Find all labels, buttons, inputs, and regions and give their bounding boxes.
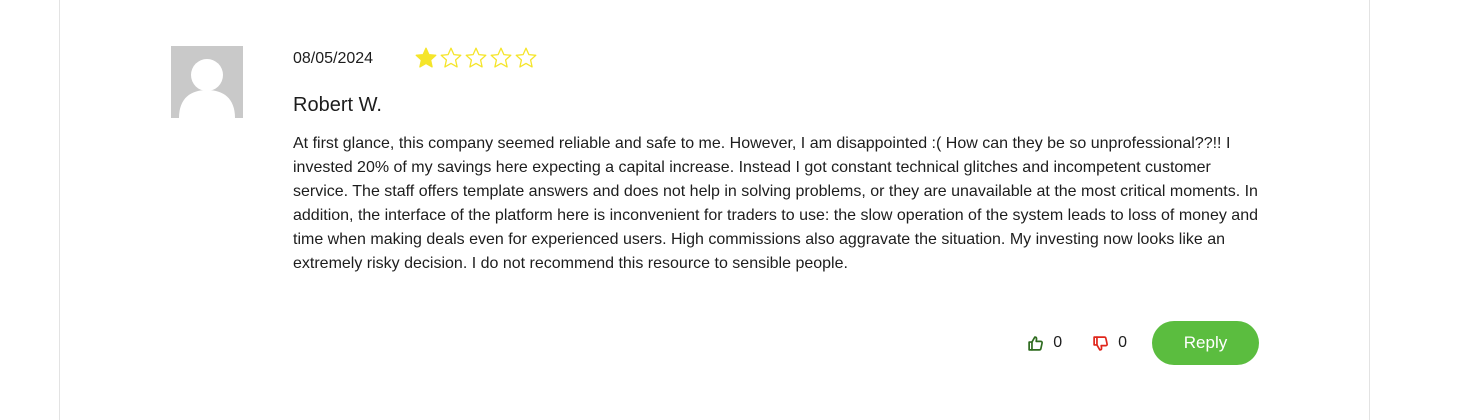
review-text: At first glance, this company seemed rel… xyxy=(293,135,1258,272)
star-outline-icon xyxy=(515,47,537,68)
star-outline-icon xyxy=(490,47,512,68)
dislike-button[interactable]: 0 xyxy=(1092,334,1127,352)
like-count: 0 xyxy=(1053,334,1063,351)
reply-button[interactable]: Reply xyxy=(1152,321,1259,365)
star-filled-icon xyxy=(415,47,437,68)
star-rating xyxy=(414,46,538,72)
thumbs-down-icon xyxy=(1093,335,1109,351)
review-actions: 0 0 Reply xyxy=(1027,321,1259,365)
avatar xyxy=(171,46,243,118)
dislike-count: 0 xyxy=(1118,334,1127,351)
review-date: 08/05/2024 xyxy=(293,50,374,67)
thumbs-up-icon xyxy=(1028,335,1044,351)
review-author: Robert W. xyxy=(293,94,382,116)
like-button[interactable]: 0 xyxy=(1027,334,1062,352)
user-silhouette-icon xyxy=(179,59,235,118)
star-outline-icon xyxy=(440,47,462,68)
star-outline-icon xyxy=(465,47,487,68)
